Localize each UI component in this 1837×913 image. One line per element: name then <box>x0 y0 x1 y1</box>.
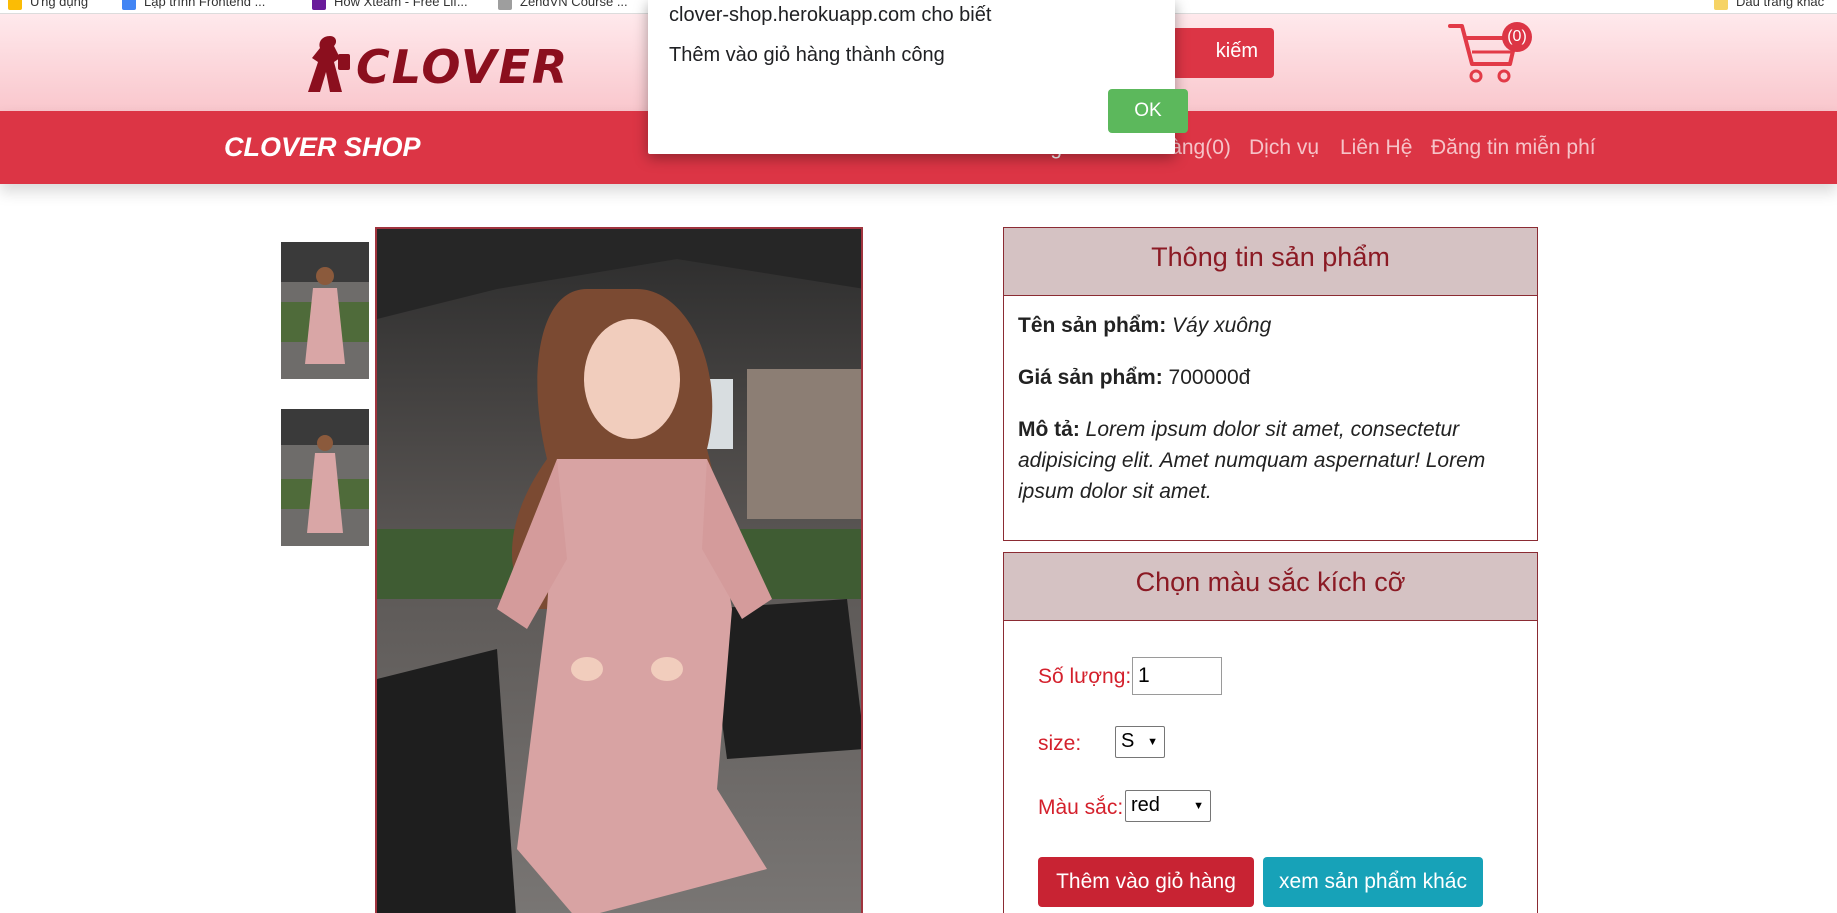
cart-button[interactable]: (0) <box>1444 18 1532 88</box>
search-button[interactable]: kiếm <box>1172 28 1274 78</box>
bookmark-icon <box>498 0 512 10</box>
size-label: size: <box>1038 732 1082 755</box>
view-more-products-button[interactable]: xem sản phẩm khác <box>1263 857 1483 907</box>
nav-item-contact[interactable]: Liên Hệ <box>1340 136 1412 160</box>
logo-wordmark: CLOVER <box>356 40 570 94</box>
bookmark-icon <box>122 0 136 10</box>
bookmark-other[interactable]: Dấu trang khác <box>1714 0 1824 10</box>
product-options-panel: Chọn màu sắc kích cỡ Số lượng: size: S ▼… <box>1003 552 1538 913</box>
product-thumbnail[interactable] <box>281 242 369 379</box>
product-info-heading: Thông tin sản phẩm <box>1004 228 1537 296</box>
dialog-message: Thêm vào giỏ hàng thành công <box>669 44 945 66</box>
product-photo <box>377 229 861 913</box>
cart-count-badge: (0) <box>1502 22 1532 52</box>
bookmark-apps[interactable]: Ứng dụng <box>8 0 88 10</box>
product-price-row: Giá sản phẩm: 700000đ <box>1018 366 1251 389</box>
clover-logo[interactable]: CLOVER <box>298 32 567 96</box>
bookmark-zendvn[interactable]: ZendVN Course ... <box>498 0 628 10</box>
alert-dialog: clover-shop.herokuapp.com cho biết Thêm … <box>648 0 1188 154</box>
quantity-input[interactable] <box>1132 657 1222 695</box>
product-main-image <box>375 227 863 913</box>
product-thumbnail[interactable] <box>281 409 369 546</box>
product-info-panel: Thông tin sản phẩm Tên sản phẩm: Váy xuô… <box>1003 227 1538 541</box>
bookmark-howxteam[interactable]: How Xteam - Free Lif... <box>312 0 468 10</box>
apps-icon <box>8 0 22 10</box>
product-name: Váy xuông <box>1172 314 1272 337</box>
product-description: Lorem ipsum dolor sit amet, consectetur … <box>1018 418 1486 503</box>
size-select[interactable]: S ▼ <box>1115 726 1165 758</box>
folder-icon <box>1714 0 1728 10</box>
quantity-label: Số lượng: <box>1038 665 1132 688</box>
color-label: Màu sắc: <box>1038 796 1124 819</box>
product-description-row: Mô tả: Lorem ipsum dolor sit amet, conse… <box>1018 418 1486 503</box>
add-to-cart-button[interactable]: Thêm vào giỏ hàng <box>1038 857 1254 907</box>
dropdown-arrow-icon: ▼ <box>1147 736 1158 748</box>
bookmark-icon <box>312 0 326 10</box>
nav-item-services[interactable]: Dịch vụ <box>1249 136 1319 160</box>
color-select[interactable]: red ▼ <box>1125 790 1211 822</box>
brand-link[interactable]: CLOVER SHOP <box>224 132 421 163</box>
nav-item-post-free[interactable]: Đăng tin miễn phí <box>1431 136 1596 160</box>
logo-figure-icon <box>308 36 350 92</box>
options-heading: Chọn màu sắc kích cỡ <box>1004 553 1537 621</box>
dropdown-arrow-icon: ▼ <box>1193 800 1204 812</box>
thumbnail-image <box>281 409 369 546</box>
product-price: 700000đ <box>1168 366 1251 389</box>
thumbnail-image <box>281 242 369 379</box>
bookmark-frontend[interactable]: Lập trình Frontend ... <box>122 0 265 10</box>
dialog-title: clover-shop.herokuapp.com cho biết <box>669 4 992 26</box>
dialog-ok-button[interactable]: OK <box>1108 89 1188 133</box>
product-name-row: Tên sản phẩm: Váy xuông <box>1018 314 1272 337</box>
